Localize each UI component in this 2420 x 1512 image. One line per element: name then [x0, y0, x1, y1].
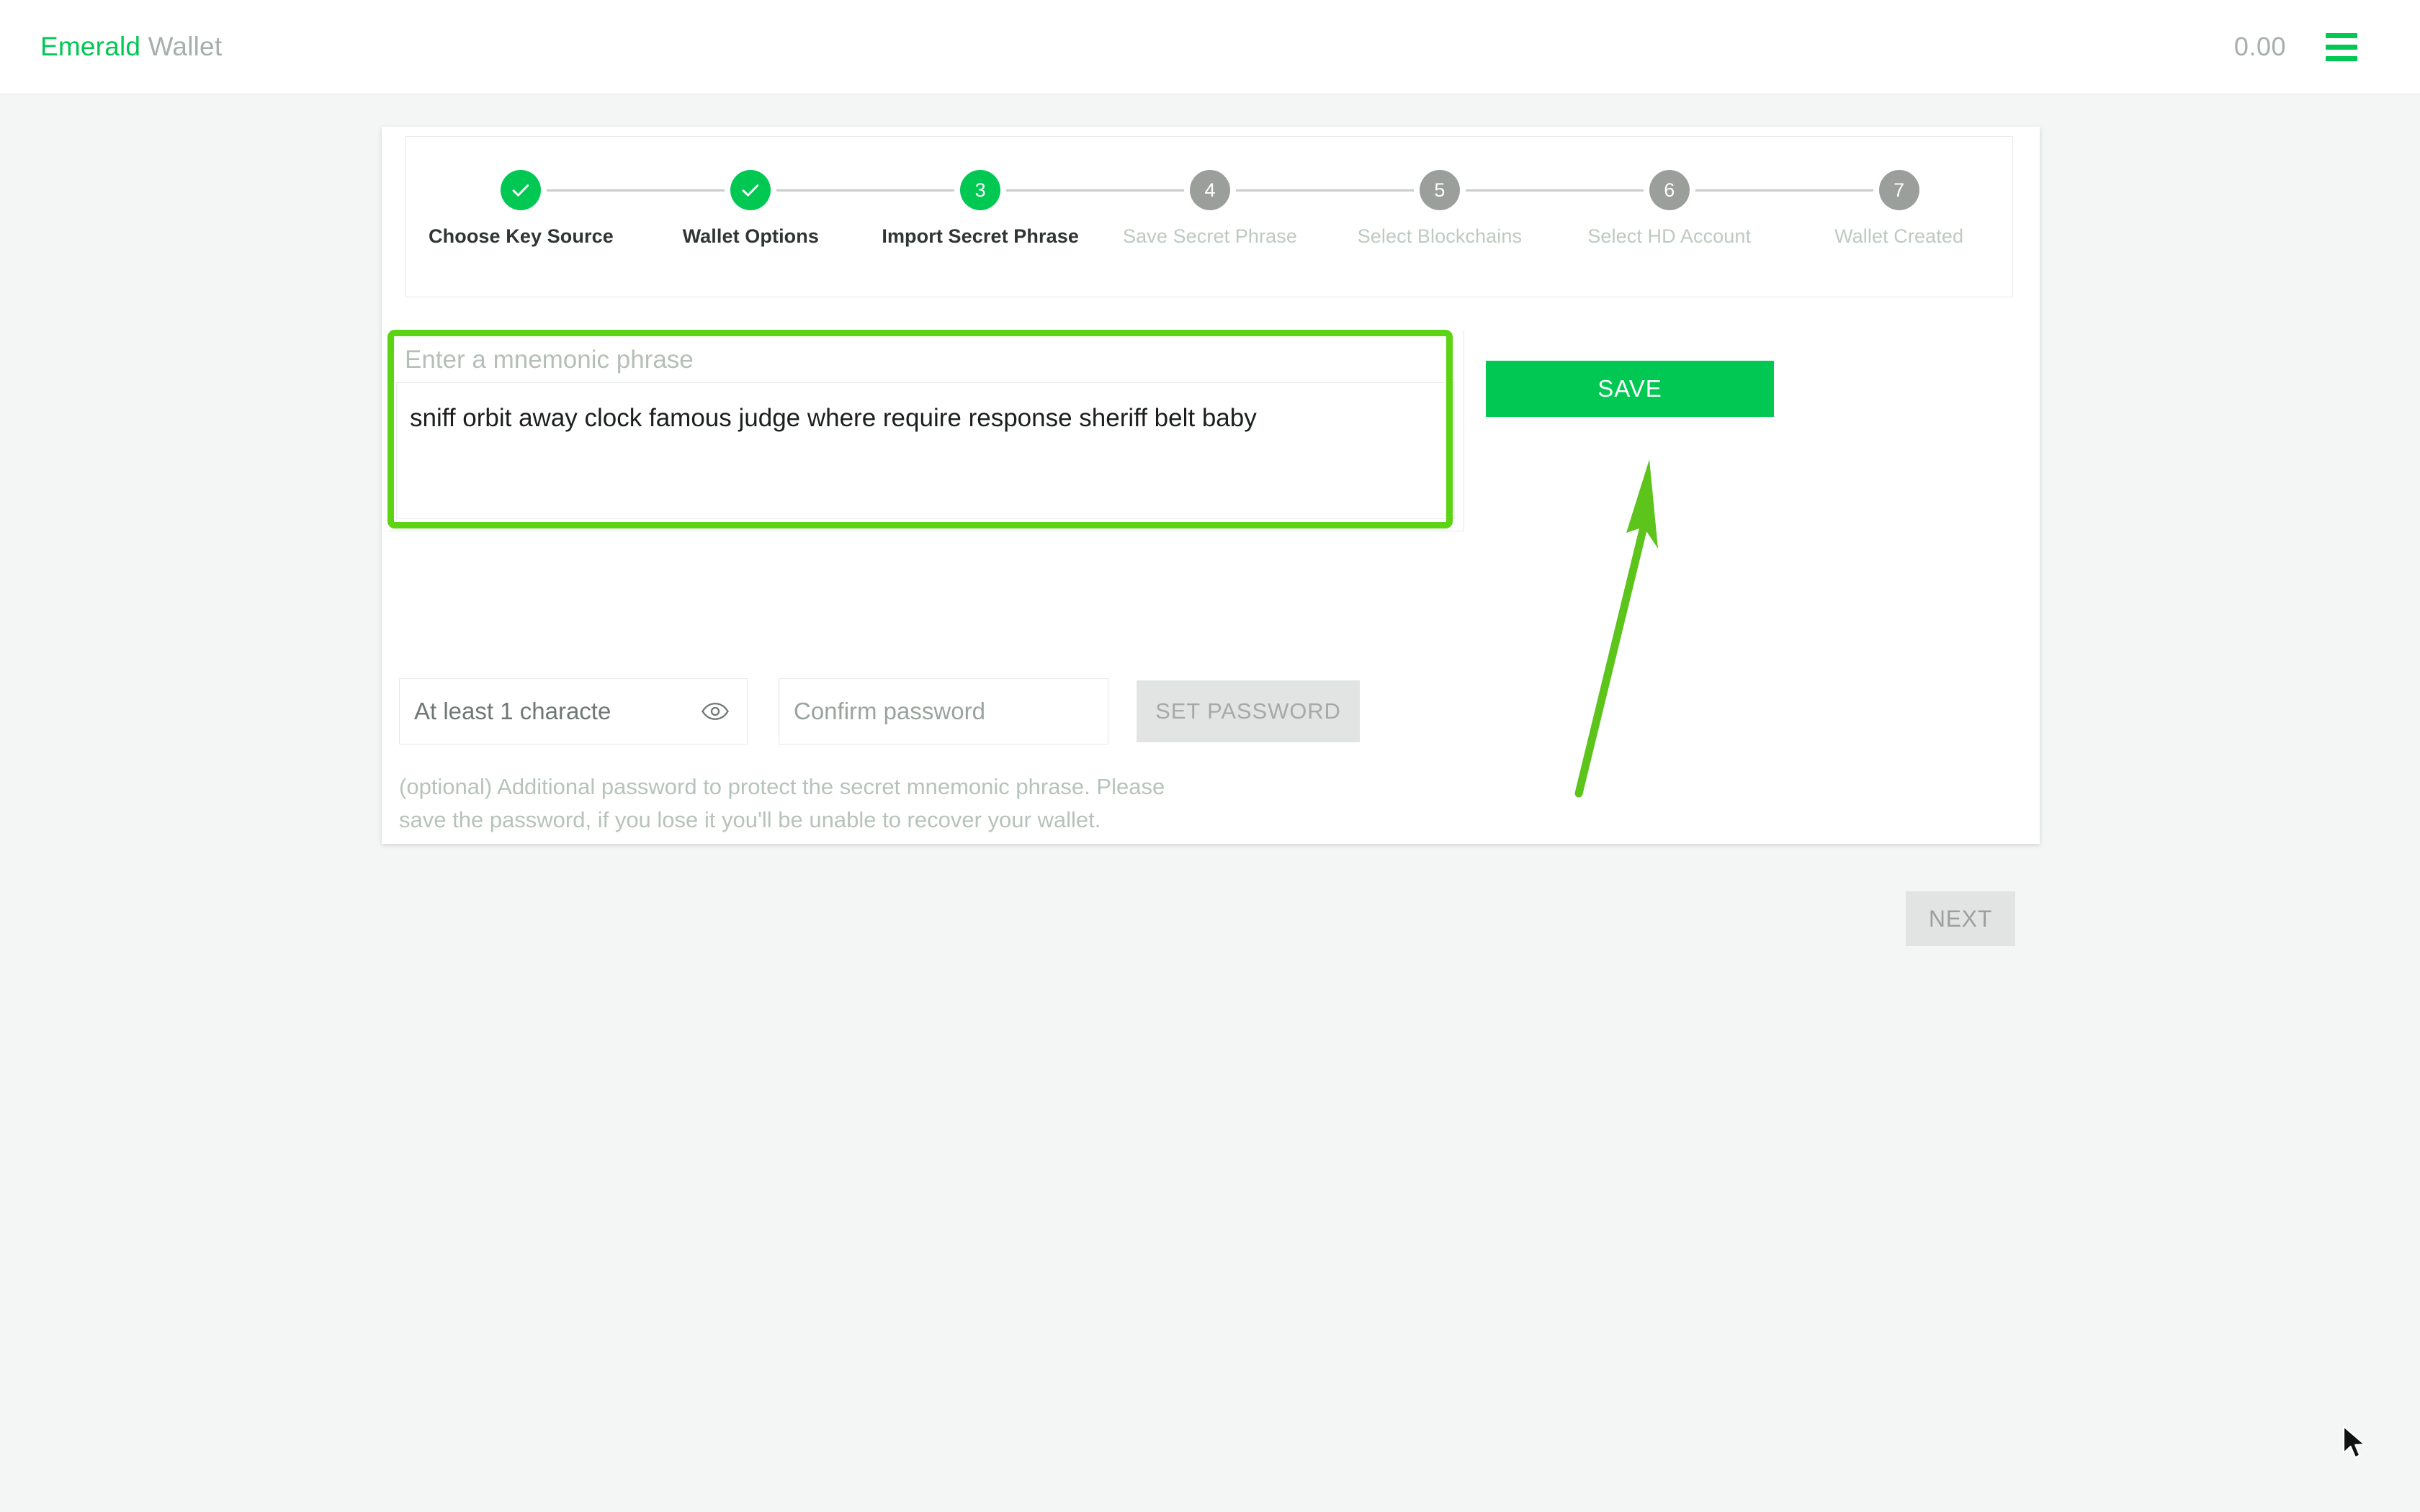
step-connector [1695, 189, 1873, 192]
step-2-circle [730, 170, 771, 210]
menu-bar-2 [2326, 44, 2357, 50]
confirm-password-field[interactable]: Confirm password [779, 678, 1108, 744]
step-5-select-blockchains[interactable]: 5 Select Blockchains [1325, 170, 1644, 248]
step-connector [1006, 189, 1184, 192]
step-connector [776, 189, 955, 192]
eye-icon[interactable] [699, 701, 731, 722]
wizard-stepper: Choose Key Source Wallet Options 3 Impor… [406, 137, 2014, 298]
step-3-circle: 3 [960, 170, 1001, 210]
app-brand[interactable]: Emerald Wallet [40, 32, 222, 62]
step-7-circle: 7 [1878, 170, 1919, 210]
next-button[interactable]: NEXT [1906, 891, 2015, 946]
step-6-select-hd-account[interactable]: 6 Select HD Account [1554, 170, 1873, 248]
step-7-wallet-created[interactable]: 7 Wallet Created [1784, 170, 2014, 248]
check-icon [742, 184, 759, 197]
app-header: Emerald Wallet 0.00 [0, 0, 2420, 94]
step-5-label: Select Blockchains [1357, 225, 1523, 247]
brand-secondary: Wallet [148, 32, 223, 61]
step-1-label: Choose Key Source [429, 225, 614, 247]
wallet-setup-card: Choose Key Source Wallet Options 3 Impor… [382, 127, 2040, 946]
step-connector [1236, 189, 1414, 192]
step-4-circle: 4 [1190, 170, 1230, 210]
step-6-label: Select HD Account [1587, 225, 1752, 247]
step-1-circle [501, 170, 542, 210]
mnemonic-textarea[interactable]: sniff orbit away clock famous judge wher… [396, 382, 1455, 519]
save-button[interactable]: SAVE [1486, 361, 1774, 417]
step-2-label: Wallet Options [682, 225, 819, 247]
mnemonic-label: Enter a mnemonic phrase [405, 346, 694, 374]
password-field[interactable]: At least 1 characte [399, 678, 748, 744]
step-3-import-secret-phrase[interactable]: 3 Import Secret Phrase [866, 170, 1184, 248]
mnemonic-value: sniff orbit away clock famous judge wher… [410, 404, 1257, 432]
step-connector [1465, 189, 1644, 192]
confirm-password-placeholder: Confirm password [794, 698, 985, 724]
hamburger-menu-icon[interactable] [2326, 31, 2366, 63]
password-value: At least 1 characte [414, 698, 611, 724]
step-1-choose-key-source[interactable]: Choose Key Source [406, 170, 725, 248]
step-4-label: Save Secret Phrase [1123, 225, 1297, 247]
check-icon [512, 184, 529, 197]
step-4-save-secret-phrase[interactable]: 4 Save Secret Phrase [1095, 170, 1414, 248]
password-row: At least 1 characte Confirm password SET… [399, 678, 1839, 744]
step-connector [547, 189, 725, 192]
mnemonic-section: Enter a mnemonic phrase sniff orbit away… [387, 330, 1464, 531]
menu-bar-1 [2326, 32, 2357, 38]
step-2-wallet-options[interactable]: Wallet Options [636, 170, 955, 248]
step-5-circle: 5 [1419, 170, 1460, 210]
step-3-label: Import Secret Phrase [882, 225, 1079, 247]
set-password-button[interactable]: SET PASSWORD [1137, 680, 1360, 742]
brand-primary: Emerald [40, 32, 141, 61]
mnemonic-field-container[interactable]: Enter a mnemonic phrase sniff orbit away… [387, 330, 1464, 531]
eye-glyph [702, 703, 729, 720]
mouse-pointer-icon [2342, 1425, 2366, 1459]
step-7-label: Wallet Created [1834, 225, 1964, 247]
stepper-panel: Choose Key Source Wallet Options 3 Impor… [405, 136, 2013, 297]
step-6-circle: 6 [1649, 170, 1690, 210]
balance-display: 0.00 [2233, 32, 2286, 61]
password-hint-text: (optional) Additional password to protec… [399, 774, 1165, 832]
menu-bar-3 [2326, 55, 2357, 61]
